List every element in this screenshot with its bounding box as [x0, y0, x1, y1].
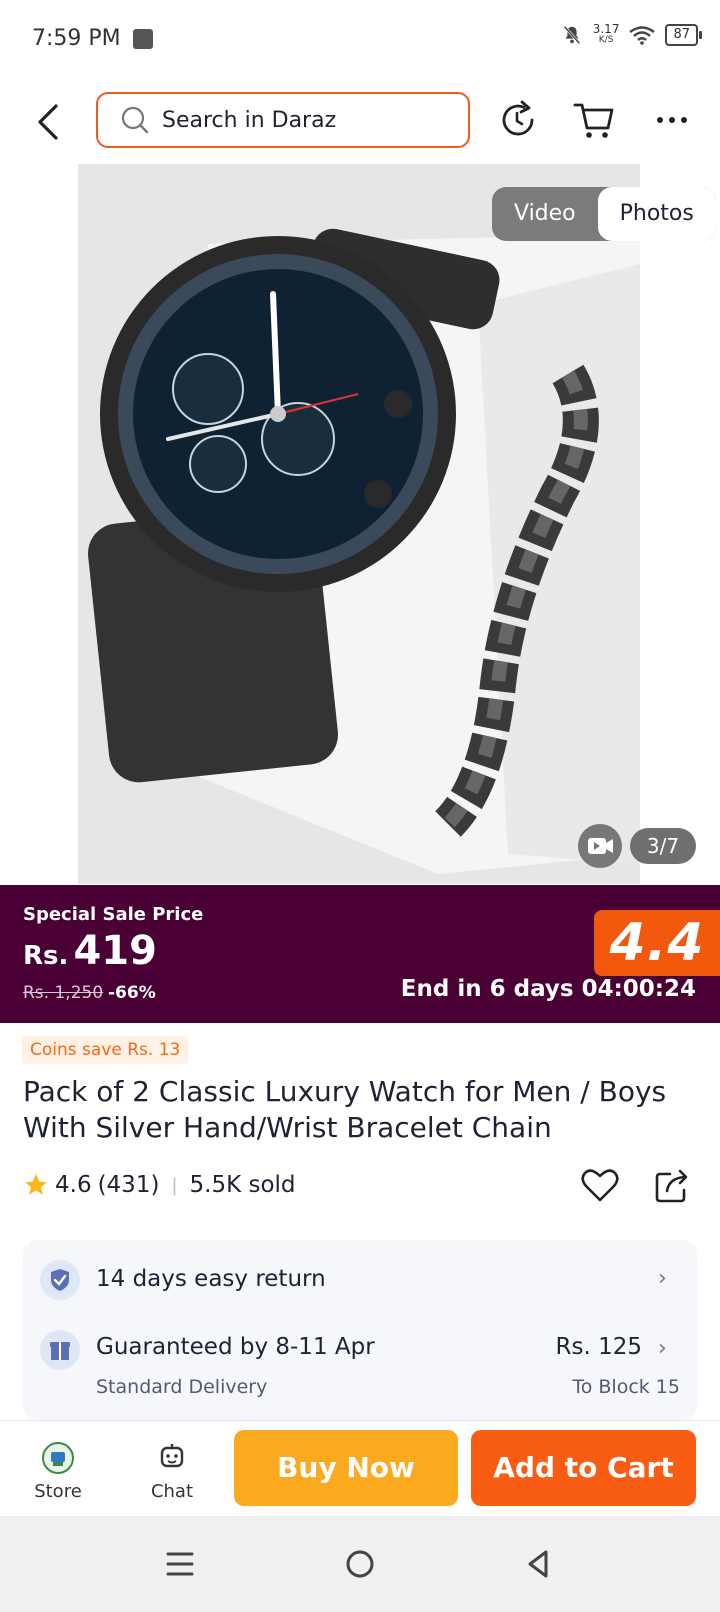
home-button[interactable]	[340, 1544, 380, 1588]
share-button[interactable]	[652, 1166, 692, 1206]
chevron-right-icon: ›	[658, 1336, 667, 1361]
current-price: Rs. 419	[23, 928, 157, 974]
nav-back-button[interactable]	[518, 1544, 558, 1588]
home-circle-icon	[346, 1550, 374, 1578]
share-icon	[655, 1169, 688, 1203]
discount-percent: -66%	[108, 983, 156, 1003]
network-speed: 3.17 K/S	[592, 22, 620, 46]
cart-icon	[573, 103, 614, 138]
heart-icon	[581, 1169, 619, 1202]
wifi-icon	[629, 26, 656, 45]
system-nav-bar	[0, 1516, 720, 1612]
sold-count: 5.5K sold	[189, 1172, 296, 1198]
speed-unit: K/S	[598, 35, 614, 45]
delivery-type: Standard Delivery	[96, 1376, 268, 1398]
guarantee-text: Guaranteed by 8-11 Apr	[96, 1334, 375, 1360]
chat-button[interactable]: Chat	[142, 1440, 202, 1502]
original-price: Rs. 1,250	[23, 983, 104, 1003]
sale-countdown: End in 6 days 04:00:24	[400, 976, 696, 1002]
status-indicators: 3.17 K/S 87	[561, 22, 702, 46]
store-label: Store	[34, 1481, 82, 1502]
video-camera-icon	[588, 838, 613, 854]
delivery-row[interactable]: Guaranteed by 8-11 Apr Standard Delivery…	[40, 1330, 680, 1410]
search-input[interactable]: Search in Daraz	[96, 92, 470, 148]
status-bar: 7:59 PM 3.17 K/S 87	[0, 0, 720, 80]
search-icon	[121, 106, 149, 134]
search-placeholder: Search in Daraz	[162, 107, 337, 133]
menu-lines-icon	[166, 1552, 194, 1576]
campaign-badge: 4.4	[594, 910, 720, 976]
return-policy-text: 14 days easy return	[96, 1266, 326, 1292]
review-count: (431)	[97, 1172, 160, 1198]
rating-value: 4.6	[55, 1172, 92, 1198]
more-options-button[interactable]	[650, 98, 694, 142]
add-to-cart-button[interactable]: Add to Cart	[471, 1430, 696, 1506]
store-button[interactable]: Store	[28, 1440, 88, 1502]
store-logo-icon	[42, 1442, 74, 1474]
product-title: Pack of 2 Classic Luxury Watch for Men /…	[23, 1075, 667, 1144]
rating-divider: |	[171, 1174, 178, 1196]
chat-bot-icon	[160, 1444, 184, 1468]
speed-value: 3.17	[592, 22, 620, 36]
play-video-button[interactable]	[578, 824, 622, 868]
refresh-icon	[502, 100, 534, 136]
rating-summary[interactable]: 4.6 (431) | 5.5K sold	[23, 1172, 296, 1198]
price-currency: Rs.	[23, 941, 69, 971]
chat-label: Chat	[150, 1481, 194, 1502]
tab-video[interactable]: Video	[492, 187, 598, 241]
recent-apps-button[interactable]	[160, 1544, 200, 1588]
status-time: 7:59 PM	[32, 26, 121, 51]
special-sale-label: Special Sale Price	[23, 904, 204, 925]
product-image	[78, 164, 640, 884]
more-icon	[657, 117, 687, 123]
delivery-fee: Rs. 125	[555, 1334, 643, 1360]
tab-photos[interactable]: Photos	[597, 187, 716, 241]
gift-box-icon	[40, 1330, 80, 1370]
back-button[interactable]	[30, 100, 70, 144]
history-button[interactable]	[496, 98, 540, 142]
product-image-gallery[interactable]	[78, 164, 640, 884]
media-tabs: Video Photos	[492, 187, 716, 241]
chevron-left-icon	[38, 104, 58, 140]
image-counter: 3/7	[630, 828, 696, 864]
notification-icon	[133, 29, 153, 49]
delivery-location: To Block 15	[572, 1376, 680, 1398]
return-policy-row[interactable]: 14 days easy return ›	[40, 1258, 680, 1302]
battery-indicator: 87	[665, 24, 702, 46]
buy-now-button[interactable]: Buy Now	[234, 1430, 458, 1506]
wishlist-button[interactable]	[580, 1166, 620, 1206]
chevron-right-icon: ›	[658, 1266, 667, 1291]
star-icon	[25, 1174, 47, 1195]
shield-check-icon	[40, 1260, 80, 1300]
cart-button[interactable]	[572, 98, 616, 142]
mute-bell-icon	[563, 25, 581, 45]
price-value: 419	[73, 928, 157, 974]
triangle-back-icon	[528, 1550, 548, 1578]
coins-badge: Coins save Rs. 13	[22, 1036, 189, 1064]
